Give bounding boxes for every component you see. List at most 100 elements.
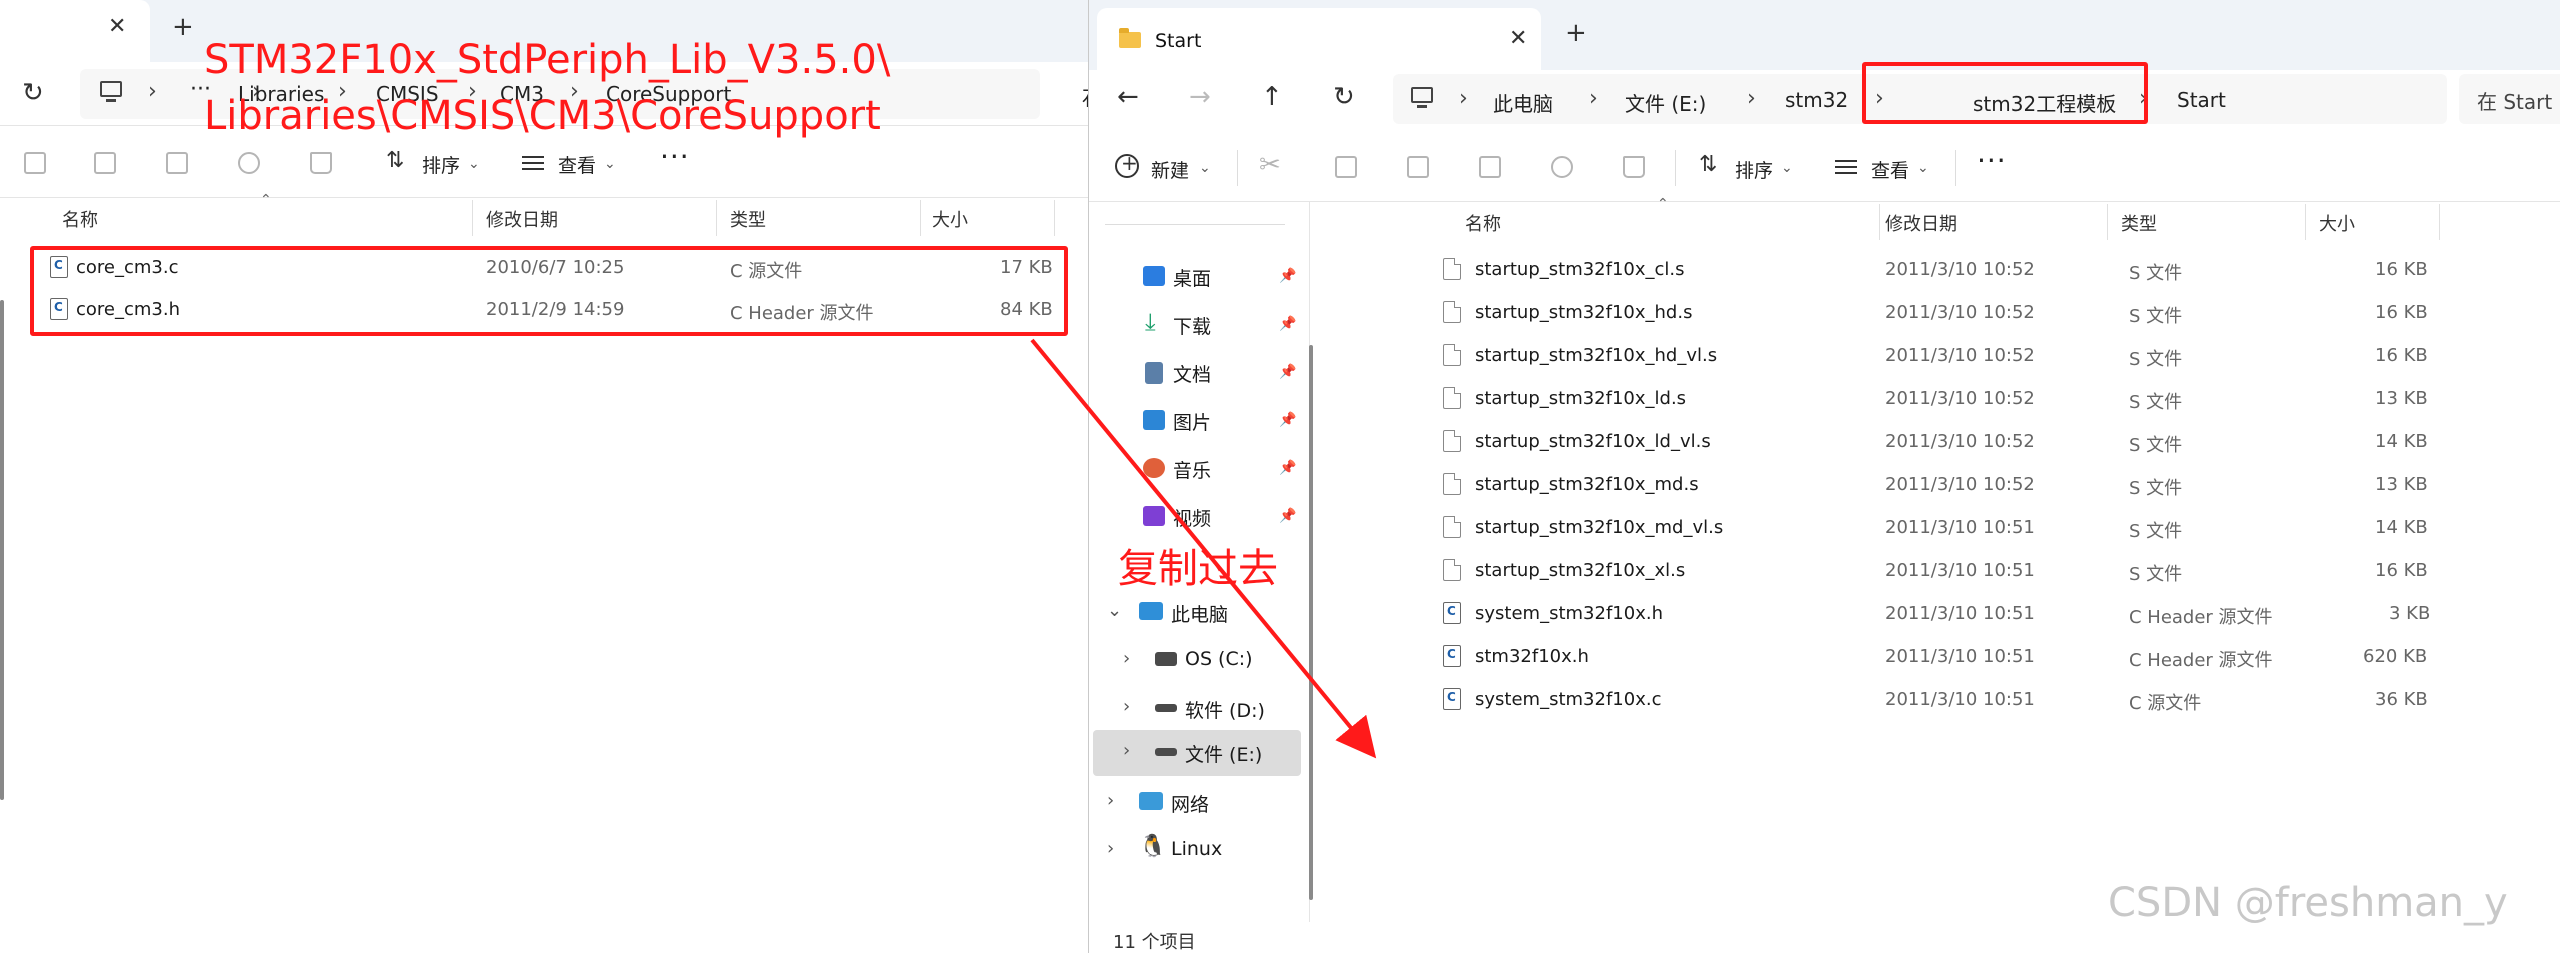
nav-item-videos[interactable]: 视频 📌 <box>1089 494 1307 538</box>
new-button[interactable]: 新建 <box>1151 156 1189 183</box>
cut-icon[interactable]: ✂ <box>1259 150 1281 180</box>
col-size[interactable]: 大小 <box>2319 210 2355 236</box>
column-divider[interactable] <box>2107 204 2108 240</box>
left-col-name[interactable]: 名称 <box>62 206 98 232</box>
nav-item-linux[interactable]: › 🐧 Linux <box>1089 828 1307 872</box>
nav-item-music[interactable]: 音乐 📌 <box>1089 446 1307 490</box>
nav-item-network[interactable]: › 网络 <box>1089 780 1307 824</box>
file-name: startup_stm32f10x_cl.s <box>1475 259 1685 280</box>
col-date[interactable]: 修改日期 <box>1885 210 1957 236</box>
file-type: S 文件 <box>2129 478 2183 499</box>
nav-item-drive-d[interactable]: › 软件 (D:) <box>1089 686 1307 730</box>
table-row[interactable]: startup_stm32f10x_md.s 2011/3/10 10:52 S… <box>1429 465 2509 505</box>
toolbar-divider <box>1675 150 1676 186</box>
nav-item-desktop[interactable]: 桌面 📌 <box>1089 254 1307 298</box>
view-icon[interactable] <box>1835 160 1857 174</box>
table-row[interactable]: system_stm32f10x.c 2011/3/10 10:51 C 源文件… <box>1429 680 2509 720</box>
up-arrow-icon[interactable]: ↑ <box>1261 82 1283 112</box>
file-type: C Header 源文件 <box>2129 607 2273 628</box>
left-col-type[interactable]: 类型 <box>730 206 766 232</box>
nav-item-drive-e[interactable]: › 文件 (E:) <box>1093 730 1301 776</box>
view-button[interactable]: 查看 <box>1871 156 1909 183</box>
nav-scrollbar[interactable] <box>1309 345 1313 900</box>
file-date: 2011/3/10 10:51 <box>1885 689 2035 710</box>
column-divider[interactable] <box>2439 204 2440 240</box>
view-icon[interactable] <box>522 156 544 170</box>
back-arrow-icon[interactable]: ← <box>1117 82 1139 112</box>
left-tab[interactable]: ✕ <box>0 0 150 62</box>
s-file-icon <box>1443 430 1461 452</box>
nav-item-drive-c[interactable]: › OS (C:) <box>1089 638 1307 682</box>
copy-icon[interactable] <box>1335 156 1357 178</box>
left-tab-close-icon[interactable]: ✕ <box>108 14 126 39</box>
refresh-icon[interactable]: ↻ <box>1333 82 1355 112</box>
rename-icon[interactable] <box>166 152 188 174</box>
share-icon[interactable] <box>1551 156 1573 178</box>
crumb-this-pc[interactable]: 此电脑 <box>1493 88 1553 117</box>
left-new-tab-icon[interactable]: + <box>172 12 194 42</box>
table-row[interactable]: system_stm32f10x.h 2011/3/10 10:51 C Hea… <box>1429 594 2509 634</box>
column-divider[interactable] <box>2305 204 2306 240</box>
left-sort-button[interactable]: 排序 <box>422 151 460 178</box>
delete-icon[interactable] <box>1623 156 1645 178</box>
left-view-button[interactable]: 查看 <box>558 151 596 178</box>
right-tab-start[interactable]: Start ✕ <box>1097 8 1541 70</box>
more-options-icon[interactable]: ··· <box>660 140 690 173</box>
left-column-header: 名称 ⌃ 修改日期 类型 大小 <box>40 192 1090 236</box>
copy-icon[interactable] <box>24 152 46 174</box>
file-size: 16 KB <box>2375 345 2428 366</box>
table-row[interactable]: startup_stm32f10x_hd_vl.s 2011/3/10 10:5… <box>1429 336 2509 376</box>
nav-item-label: Linux <box>1171 838 1223 860</box>
search-input[interactable]: 在 Start 中搜索 <box>2477 86 2560 115</box>
paste-icon[interactable] <box>1407 156 1429 178</box>
column-divider[interactable] <box>920 200 921 236</box>
table-row[interactable]: startup_stm32f10x_ld.s 2011/3/10 10:52 S… <box>1429 379 2509 419</box>
chevron-right-icon[interactable]: › <box>1123 696 1130 717</box>
left-col-size[interactable]: 大小 <box>932 206 968 232</box>
crumb-start[interactable]: Start <box>2177 88 2226 112</box>
nav-item-this-pc[interactable]: ⌄ 此电脑 <box>1089 590 1307 634</box>
chevron-right-icon[interactable]: › <box>1107 838 1114 859</box>
nav-item-downloads[interactable]: ⤓ 下载 📌 <box>1089 302 1307 346</box>
table-row[interactable]: startup_stm32f10x_cl.s 2011/3/10 10:52 S… <box>1429 250 2509 290</box>
column-divider[interactable] <box>716 200 717 236</box>
right-tab-close-icon[interactable]: ✕ <box>1509 26 1527 51</box>
paste-icon[interactable] <box>94 152 116 174</box>
nav-item-label: 网络 <box>1171 794 1210 816</box>
crumb-stm32[interactable]: stm32 <box>1785 88 1848 112</box>
col-name[interactable]: 名称 <box>1465 210 1501 236</box>
chevron-right-icon[interactable]: › <box>1123 648 1130 669</box>
chevron-right-icon[interactable]: › <box>1123 740 1130 761</box>
delete-icon[interactable] <box>310 152 332 174</box>
table-row[interactable]: startup_stm32f10x_md_vl.s 2011/3/10 10:5… <box>1429 508 2509 548</box>
forward-arrow-icon[interactable]: → <box>1189 82 1211 112</box>
table-row[interactable]: startup_stm32f10x_ld_vl.s 2011/3/10 10:5… <box>1429 422 2509 462</box>
left-refresh-icon[interactable]: ↻ <box>22 78 44 108</box>
left-col-date[interactable]: 修改日期 <box>486 206 558 232</box>
table-row[interactable]: startup_stm32f10x_hd.s 2011/3/10 10:52 S… <box>1429 293 2509 333</box>
chevron-down-icon[interactable]: ⌄ <box>1107 600 1122 621</box>
nav-item-pictures[interactable]: 图片 📌 <box>1089 398 1307 442</box>
more-options-icon[interactable]: ··· <box>1977 144 2007 177</box>
col-type[interactable]: 类型 <box>2121 210 2157 236</box>
file-name: system_stm32f10x.c <box>1475 689 1662 710</box>
search-box[interactable]: 在 Start 中搜索 <box>2459 74 2560 124</box>
new-plus-icon[interactable] <box>1115 151 1139 178</box>
nav-item-documents[interactable]: 文档 📌 <box>1089 350 1307 394</box>
chevron-right-icon[interactable]: › <box>1107 790 1114 811</box>
sort-icon[interactable]: ⇅ <box>386 148 404 173</box>
share-icon[interactable] <box>238 152 260 174</box>
sort-icon[interactable]: ⇅ <box>1699 152 1717 177</box>
column-divider[interactable] <box>1054 200 1055 236</box>
column-divider[interactable] <box>472 200 473 236</box>
file-date: 2011/3/10 10:51 <box>1885 560 2035 581</box>
column-divider[interactable] <box>1879 204 1880 240</box>
left-scrollbar[interactable] <box>0 300 4 800</box>
rename-icon[interactable] <box>1479 156 1501 178</box>
right-new-tab-icon[interactable]: + <box>1565 18 1587 48</box>
drive-icon <box>1155 704 1177 712</box>
table-row[interactable]: stm32f10x.h 2011/3/10 10:51 C Header 源文件… <box>1429 637 2509 677</box>
table-row[interactable]: startup_stm32f10x_xl.s 2011/3/10 10:51 S… <box>1429 551 2509 591</box>
crumb-drive-e[interactable]: 文件 (E:) <box>1625 88 1706 117</box>
sort-button[interactable]: 排序 <box>1735 156 1773 183</box>
